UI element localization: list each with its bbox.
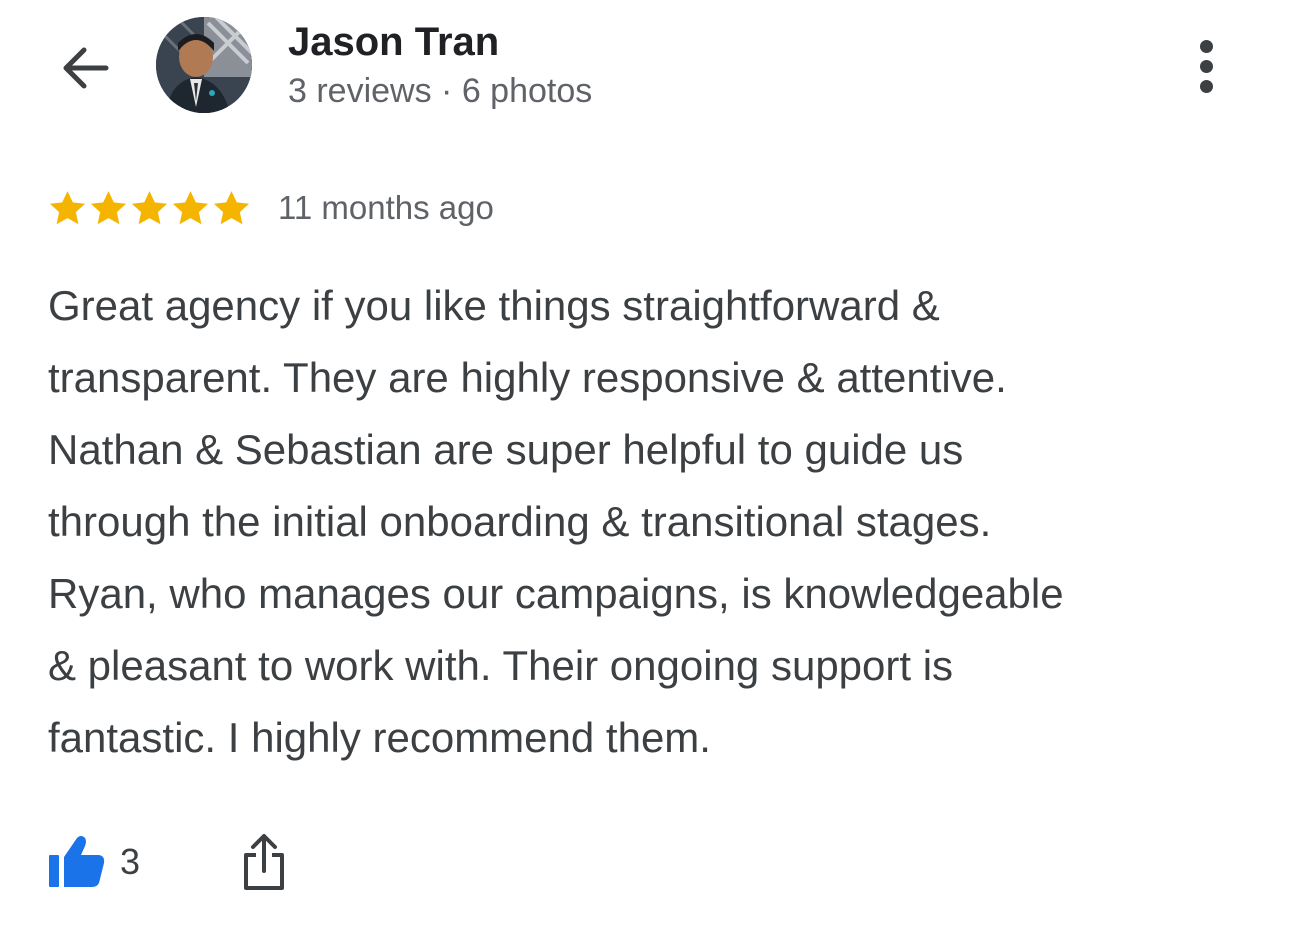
- review-text-line: Great agency if you like things straight…: [48, 282, 940, 329]
- star-icon: [49, 190, 86, 224]
- arrow-back-icon: [63, 47, 109, 89]
- more-vert-icon: [1199, 39, 1213, 53]
- star-rating: [47, 188, 252, 229]
- avatar-photo: [156, 17, 252, 113]
- review-text-line: & pleasant to work with. Their ongoing s…: [48, 642, 954, 689]
- share-icon: [244, 834, 285, 890]
- review-text-line: through the initial onboarding & transit…: [48, 498, 992, 545]
- review-text-line: fantastic. I highly recommend them.: [48, 714, 711, 761]
- review-text-line: transparent. They are highly responsive …: [48, 354, 1007, 401]
- back-button[interactable]: [52, 36, 116, 100]
- like-button[interactable]: 3: [46, 834, 140, 890]
- share-button[interactable]: [240, 830, 288, 894]
- author-meta: 3 reviews · 6 photos: [288, 72, 593, 110]
- review-text-line: Ryan, who manages our campaigns, is know…: [48, 570, 1064, 617]
- review-text: Great agency if you like things straight…: [48, 270, 1248, 774]
- rating-row: 11 months ago: [47, 184, 494, 232]
- like-count: 3: [120, 841, 141, 882]
- author-name[interactable]: Jason Tran: [288, 20, 499, 65]
- star-icon: [172, 190, 209, 224]
- author-avatar[interactable]: [156, 17, 252, 113]
- star-icon: [213, 190, 250, 224]
- thumbs-up-icon: [49, 836, 105, 887]
- more-options-button[interactable]: [1178, 34, 1234, 98]
- star-icon: [90, 190, 127, 224]
- review-text-line: Nathan & Sebastian are super helpful to …: [48, 426, 964, 473]
- review-header: Jason Tran 3 reviews · 6 photos: [0, 0, 1290, 140]
- review-time: 11 months ago: [278, 189, 494, 226]
- star-icon: [131, 190, 168, 224]
- review-actions: 3: [46, 830, 288, 894]
